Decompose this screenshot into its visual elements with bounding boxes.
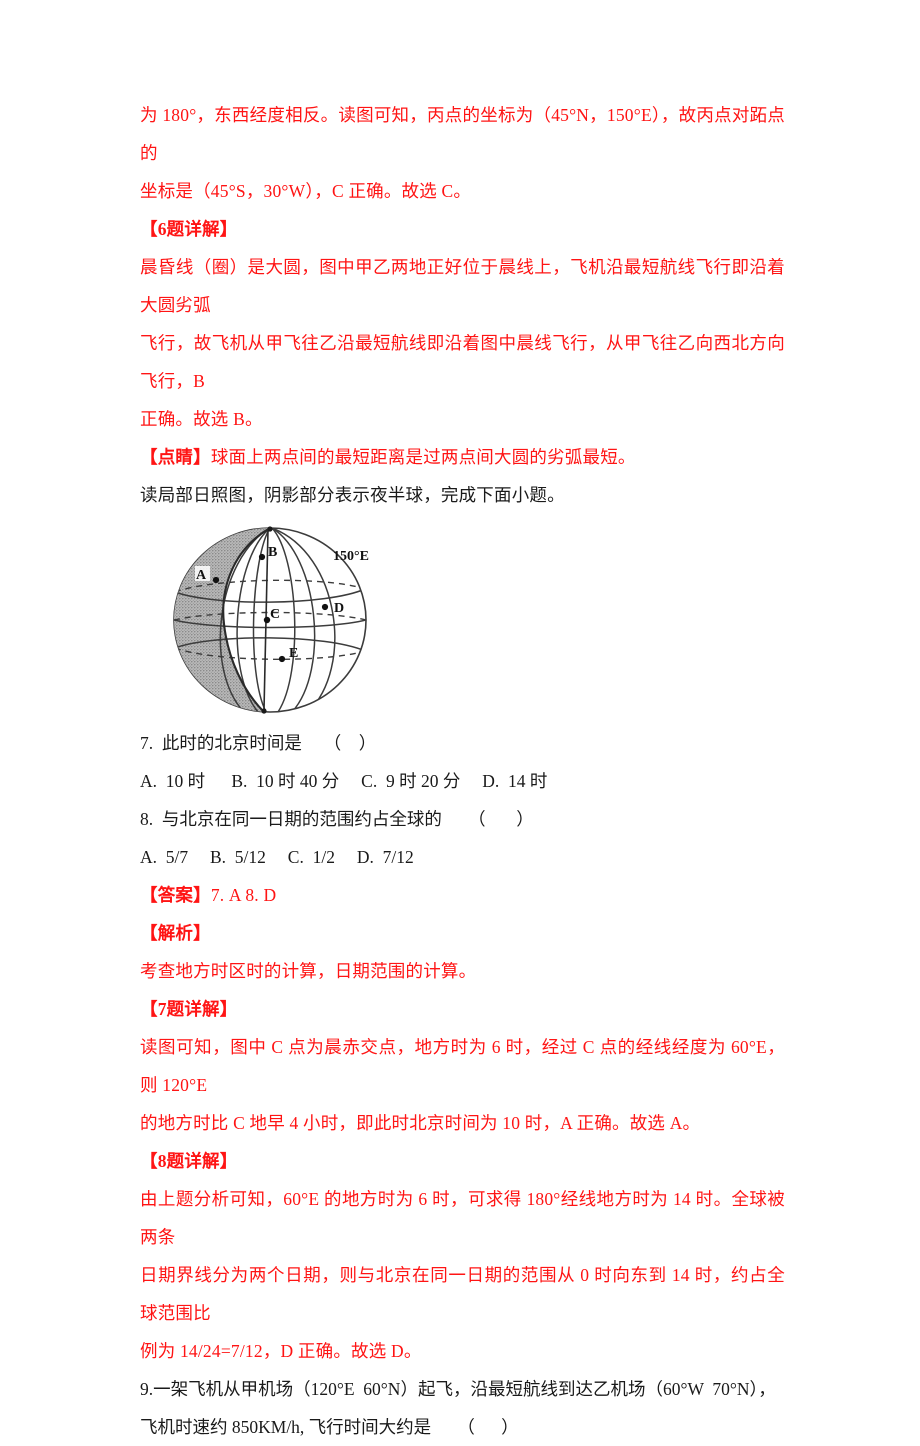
question-8-detail-line-2: 日期界线分为两个日期，则与北京在同一日期的范围从 0 时向东到 14 时，约占全… [140, 1265, 785, 1323]
point-e-marker [278, 655, 286, 663]
question-8-stem: 8. 与北京在同一日期的范围约占全球的 （ ） [140, 809, 534, 829]
meridian-label-150e: 150°E [333, 549, 369, 564]
globe-diagram-svg: A B C D E 150°E [173, 526, 369, 714]
answer-values: 7. A 8. D [210, 885, 277, 905]
south-pole-point [261, 708, 267, 714]
question-9-line-2: 飞机时速约 850KM/h, 飞行时间大约是 （ ） [140, 1417, 519, 1437]
point-c-label: C [270, 607, 280, 622]
question-group-intro: 读局部日照图，阴影部分表示夜半球，完成下面小题。 [140, 485, 565, 505]
point-a-label: A [196, 568, 207, 583]
question-8-detail-line-3: 例为 14/24=7/12，D 正确。故选 D。 [140, 1341, 422, 1361]
question-8-detail-line-1: 由上题分析可知，60°E 的地方时为 6 时，可求得 180°经线地方时为 14… [140, 1189, 785, 1247]
analysis-paragraph-1-line-1: 为 180°，东西经度相反。读图可知，丙点的坐标为（45°N，150°E），故丙… [140, 105, 785, 163]
point-b-marker [258, 553, 266, 561]
globe-figure: A B C D E 150°E [158, 520, 785, 720]
analysis-paragraph-1-line-2: 坐标是（45°S，30°W），C 正确。故选 C。 [140, 181, 472, 201]
question-7-detail-heading: 【7题详解】 [140, 999, 238, 1019]
question-9-line-1: 9.一架飞机从甲机场（120°E 60°N）起飞，沿最短航线到达乙机场（60°W… [140, 1379, 776, 1399]
document-page: 为 180°，东西经度相反。读图可知，丙点的坐标为（45°N，150°E），故丙… [0, 0, 920, 1437]
answer-label: 【答案】 [140, 885, 211, 905]
question-7-detail-line-1: 读图可知，图中 C 点为晨赤交点，地方时为 6 时，经过 C 点的经线经度为 6… [140, 1037, 785, 1095]
question-8-detail-heading: 【8题详解】 [140, 1151, 238, 1171]
dianjing-label: 【点睛】 [140, 447, 211, 467]
answer-paragraph: 【答案】7. A 8. D [140, 876, 785, 914]
point-b-label: B [268, 545, 277, 560]
document-content: 为 180°，东西经度相反。读图可知，丙点的坐标为（45°N，150°E），故丙… [140, 96, 785, 1446]
point-d-label: D [334, 601, 344, 616]
north-pole-point [267, 526, 273, 532]
question-6-detail-heading: 【6题详解】 [140, 219, 238, 239]
question-8-options[interactable]: A. 5/7 B. 5/12 C. 1/2 D. 7/12 [140, 838, 785, 876]
question-7-detail-line-2: 的地方时比 C 地早 4 小时，即此时北京时间为 10 时，A 正确。故选 A。 [140, 1113, 701, 1133]
point-e-label: E [289, 646, 298, 661]
question-7-stem: 7. 此时的北京时间是 （ ） [140, 733, 377, 753]
jiexi-text: 考查地方时区时的计算，日期范围的计算。 [140, 961, 477, 981]
question-6-detail-line-3: 正确。故选 B。 [140, 409, 263, 429]
dianjing-paragraph: 【点睛】球面上两点间的最短距离是过两点间大圆的劣弧最短。 [140, 438, 785, 476]
question-6-detail-line-2: 飞行，故飞机从甲飞往乙沿最短航线即沿着图中晨线飞行，从甲飞往乙向西北方向飞行，B [140, 333, 785, 391]
point-a-marker [212, 576, 220, 584]
point-d-marker [321, 603, 329, 611]
dianjing-text: 球面上两点间的最短距离是过两点间大圆的劣弧最短。 [210, 447, 636, 467]
question-7-options[interactable]: A. 10 时 B. 10 时 40 分 C. 9 时 20 分 D. 14 时 [140, 762, 785, 800]
question-6-detail-line-1: 晨昏线（圈）是大圆，图中甲乙两地正好位于晨线上，飞机沿最短航线飞行即沿着大圆劣弧 [140, 257, 785, 315]
jiexi-heading: 【解析】 [140, 923, 211, 943]
